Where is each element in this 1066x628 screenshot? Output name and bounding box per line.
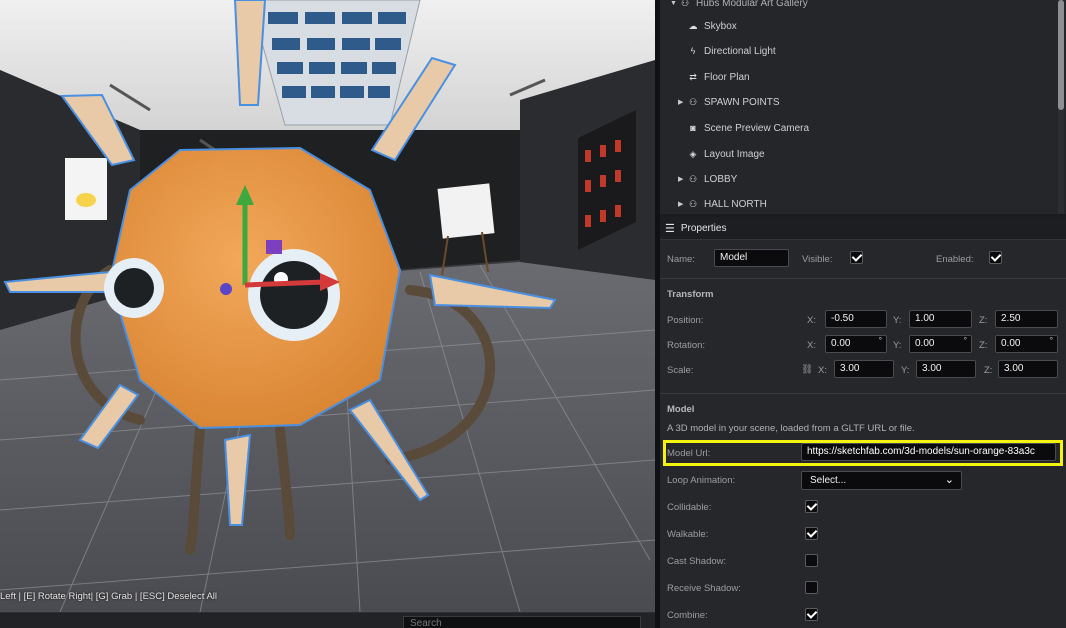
cast-shadow-label: Cast Shadow: bbox=[667, 556, 727, 567]
tree-item-layout-image[interactable]: ◈ Layout Image bbox=[660, 143, 1066, 165]
axis-y-label: Y: bbox=[893, 315, 902, 326]
cube-icon: ◈ bbox=[689, 148, 697, 159]
expand-arrow-icon[interactable]: ▼ bbox=[670, 0, 678, 7]
combine-checkbox[interactable] bbox=[805, 608, 818, 621]
scale-z-input[interactable]: 3.00 bbox=[998, 360, 1058, 378]
scale-label: Scale: bbox=[667, 365, 694, 376]
divider bbox=[660, 393, 1066, 394]
model-section-title: Model bbox=[667, 404, 695, 415]
collidable-label: Collidable: bbox=[667, 502, 712, 513]
visible-label: Visible: bbox=[802, 254, 833, 265]
scene-render[interactable] bbox=[0, 0, 655, 612]
group-icon: ⚇ bbox=[688, 198, 698, 209]
walkable-checkbox[interactable] bbox=[805, 527, 818, 540]
axis-z-label: Z: bbox=[979, 315, 988, 326]
loop-animation-label: Loop Animation: bbox=[667, 475, 736, 486]
rotation-y-input[interactable]: 0.00 ° bbox=[909, 335, 972, 353]
chevron-down-icon: ⌄ bbox=[944, 474, 954, 486]
scale-x-input[interactable]: 3.00 bbox=[834, 360, 894, 378]
tree-item-label: HALL NORTH bbox=[704, 198, 767, 210]
tree-item-hall-north[interactable]: ▶ ⚇ HALL NORTH bbox=[660, 193, 1066, 214]
loop-animation-select[interactable]: Select... ⌄ bbox=[801, 471, 962, 490]
tree-item-scene-preview-camera[interactable]: ◙ Scene Preview Camera bbox=[660, 117, 1066, 139]
cast-shadow-checkbox[interactable] bbox=[805, 554, 818, 567]
chevron-right-icon[interactable]: ▶ bbox=[678, 200, 686, 208]
hierarchy-scrollbar[interactable] bbox=[1058, 0, 1064, 214]
rotation-z-value: 0.00 bbox=[1001, 338, 1021, 349]
group-icon: ⚇ bbox=[680, 0, 690, 8]
tree-item-label: Layout Image bbox=[704, 148, 765, 160]
loop-animation-value: Select... bbox=[810, 475, 847, 486]
cloud-icon: ☁ bbox=[688, 20, 698, 31]
tree-item-lobby[interactable]: ▶ ⚇ LOBBY bbox=[660, 168, 1066, 190]
degree-symbol: ° bbox=[878, 336, 882, 345]
axis-z-label: Z: bbox=[979, 340, 988, 351]
axis-x-label: X: bbox=[807, 315, 816, 326]
group-icon: ⚇ bbox=[688, 173, 698, 184]
position-z-input[interactable]: 2.50 bbox=[995, 310, 1058, 328]
properties-title: Properties bbox=[680, 222, 727, 234]
rotation-label: Rotation: bbox=[667, 340, 706, 351]
tree-item-label: Scene Preview Camera bbox=[704, 122, 810, 134]
enabled-label: Enabled: bbox=[936, 254, 974, 265]
name-label: Name: bbox=[667, 254, 695, 265]
position-x-input[interactable]: -0.50 bbox=[825, 310, 887, 328]
hierarchy-panel: ▼ ⚇ Hubs Modular Art Gallery ☁ Skybox ϟ … bbox=[660, 0, 1066, 214]
tree-item-gallery[interactable]: ▼ ⚇ Hubs Modular Art Gallery bbox=[660, 0, 1060, 14]
axis-x-label: X: bbox=[807, 340, 816, 351]
rotation-y-value: 0.00 bbox=[915, 338, 935, 349]
divider bbox=[660, 278, 1066, 279]
tree-item-label: Hubs Modular Art Gallery bbox=[696, 0, 808, 9]
tree-item-floor-plan[interactable]: ⇄ Floor Plan bbox=[660, 66, 1066, 88]
sliders-icon: ☰ bbox=[665, 222, 675, 235]
model-url-input[interactable]: https://sketchfab.com/3d-models/sun-oran… bbox=[801, 443, 1056, 461]
route-icon: ⇄ bbox=[689, 71, 697, 82]
position-label: Position: bbox=[667, 315, 704, 326]
scale-y-input[interactable]: 3.00 bbox=[916, 360, 976, 378]
receive-shadow-checkbox[interactable] bbox=[805, 581, 818, 594]
chevron-right-icon[interactable]: ▶ bbox=[678, 98, 686, 106]
properties-header: ☰ Properties bbox=[660, 217, 1066, 240]
combine-label: Combine: bbox=[667, 610, 708, 621]
tree-item-skybox[interactable]: ☁ Skybox bbox=[660, 15, 1066, 37]
properties-panel: ☰ Properties Name: Model Visible: Enable… bbox=[660, 217, 1066, 628]
tree-item-label: LOBBY bbox=[704, 173, 738, 185]
link-icon[interactable]: ⛓ bbox=[801, 364, 813, 375]
axis-z-label: Z: bbox=[984, 365, 993, 376]
collidable-checkbox[interactable] bbox=[805, 500, 818, 513]
group-icon: ⚇ bbox=[688, 96, 698, 107]
camera-icon: ◙ bbox=[690, 123, 696, 133]
search-input[interactable] bbox=[403, 616, 641, 628]
walkable-label: Walkable: bbox=[667, 529, 709, 540]
tree-item-label: Floor Plan bbox=[704, 71, 750, 83]
keyboard-hint: Left | [E] Rotate Right| [G] Grab | [ESC… bbox=[0, 591, 218, 602]
rotation-x-value: 0.00 bbox=[831, 338, 851, 349]
receive-shadow-label: Receive Shadow: bbox=[667, 583, 741, 594]
tree-item-label: Directional Light bbox=[704, 45, 776, 57]
axis-y-label: Y: bbox=[901, 365, 910, 376]
model-description: A 3D model in your scene, loaded from a … bbox=[667, 423, 915, 434]
model-url-label: Model Url: bbox=[667, 448, 711, 459]
tree-item-spawn-points[interactable]: ▶ ⚇ SPAWN POINTS bbox=[660, 91, 1066, 113]
name-input[interactable]: Model bbox=[714, 249, 789, 267]
degree-symbol: ° bbox=[1049, 336, 1053, 345]
rotation-x-input[interactable]: 0.00 ° bbox=[825, 335, 887, 353]
tree-item-label: Skybox bbox=[704, 20, 737, 32]
transform-section-title: Transform bbox=[667, 289, 714, 300]
rotation-z-input[interactable]: 0.00 ° bbox=[995, 335, 1058, 353]
degree-symbol: ° bbox=[963, 336, 967, 345]
bolt-icon: ϟ bbox=[690, 46, 696, 56]
axis-y-label: Y: bbox=[893, 340, 902, 351]
tree-item-label: SPAWN POINTS bbox=[704, 96, 780, 108]
enabled-checkbox[interactable] bbox=[989, 251, 1002, 264]
axis-x-label: X: bbox=[818, 365, 827, 376]
scrollbar-thumb[interactable] bbox=[1058, 0, 1064, 110]
viewport-bottom-bar bbox=[0, 612, 655, 628]
visible-checkbox[interactable] bbox=[850, 251, 863, 264]
chevron-right-icon[interactable]: ▶ bbox=[678, 175, 686, 183]
scene-viewport[interactable]: Left | [E] Rotate Right| [G] Grab | [ESC… bbox=[0, 0, 655, 628]
position-y-input[interactable]: 1.00 bbox=[909, 310, 972, 328]
tree-item-directional-light[interactable]: ϟ Directional Light bbox=[660, 40, 1066, 62]
